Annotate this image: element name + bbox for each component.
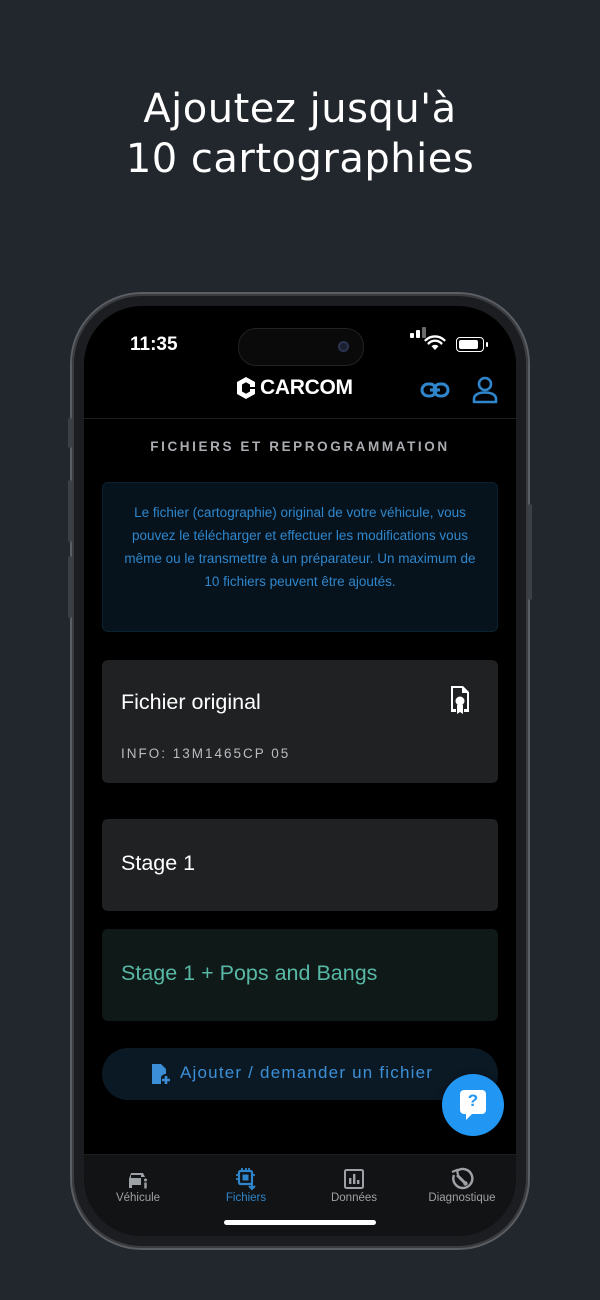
phone-power-button [528, 504, 532, 600]
add-file-button[interactable]: Ajouter / demander un fichier [102, 1048, 498, 1100]
bar-chart-icon [344, 1169, 364, 1189]
phone-frame: 11:35 CARCOM FICHIERS ET REPROGRAMMATION… [68, 294, 532, 1248]
tab-diagnostique[interactable]: Diagnostique [408, 1155, 516, 1215]
help-button[interactable]: ? [442, 1074, 504, 1136]
help-question-mark: ? [467, 1091, 479, 1110]
promo-headline: Ajoutez jusqu'à 10 cartographies [0, 84, 600, 184]
file-info: INFO: 13M1465CP 05 [121, 746, 291, 761]
brand-name: CARCOM [260, 376, 353, 399]
file-card-original[interactable]: Fichier original INFO: 13M1465CP 05 [102, 660, 498, 783]
tab-label: Données [330, 1192, 378, 1204]
home-indicator[interactable] [224, 1220, 376, 1225]
file-card-stage-1-pops[interactable]: Stage 1 + Pops and Bangs [102, 929, 498, 1021]
wrench-gauge-icon [451, 1167, 474, 1190]
link-icon[interactable] [420, 380, 450, 400]
phone-mute-switch [68, 418, 72, 448]
tab-vehicule[interactable]: Véhicule [84, 1155, 192, 1215]
carcom-logo-icon [237, 377, 255, 399]
car-info-icon [129, 1173, 147, 1189]
phone-volume-up [68, 480, 72, 542]
file-title: Fichier original [121, 690, 261, 714]
section-title: FICHIERS ET REPROGRAMMATION [150, 439, 450, 454]
battery-icon [456, 337, 488, 352]
brand-logo[interactable]: CARCOM [236, 376, 353, 400]
app-screen: 11:35 CARCOM FICHIERS ET REPROGRAMMATION… [84, 306, 516, 1236]
status-bar: 11:35 [84, 306, 516, 366]
chip-download-icon [236, 1168, 256, 1191]
user-icon[interactable] [472, 376, 498, 404]
headline-line-2: 10 cartographies [125, 136, 475, 182]
dynamic-island [238, 328, 364, 366]
file-plus-icon [152, 1064, 170, 1084]
camera-icon [338, 341, 349, 352]
info-box: Le fichier (cartographie) original de vo… [102, 482, 498, 632]
tab-label: Diagnostique [428, 1192, 496, 1204]
tab-label: Fichiers [225, 1192, 267, 1204]
help-chat-icon: ? [460, 1090, 486, 1120]
file-title: Stage 1 + Pops and Bangs [121, 961, 378, 985]
app-header: CARCOM [84, 362, 516, 419]
file-certificate-icon[interactable] [448, 684, 472, 716]
bottom-tab-bar: Véhicule Fichiers Données Diagnostique [84, 1154, 516, 1236]
headline-line-1: Ajoutez jusqu'à [143, 86, 457, 132]
wifi-icon [424, 335, 446, 350]
file-card-stage-1[interactable]: Stage 1 [102, 819, 498, 911]
tab-label: Véhicule [115, 1192, 161, 1204]
add-file-label: Ajouter / demander un fichier [180, 1063, 434, 1082]
phone-volume-down [68, 556, 72, 618]
tab-fichiers[interactable]: Fichiers [192, 1155, 300, 1215]
tab-donnees[interactable]: Données [300, 1155, 408, 1215]
status-time: 11:35 [130, 334, 178, 355]
file-title: Stage 1 [121, 851, 196, 875]
